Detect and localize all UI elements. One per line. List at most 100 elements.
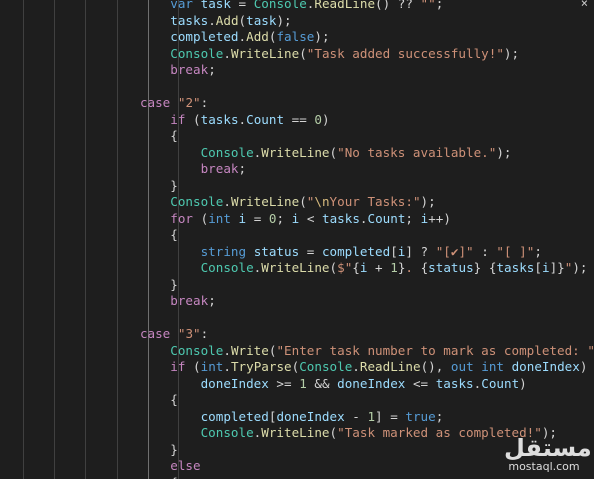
- code-token: Console: [170, 45, 224, 61]
- code-token: (: [185, 111, 201, 127]
- code-line[interactable]: {: [0, 227, 594, 244]
- code-token: i: [541, 260, 550, 275]
- code-token: break: [170, 293, 209, 308]
- code-token: WriteLine: [230, 194, 300, 209]
- code-token: .: [238, 29, 247, 44]
- code-token: Console: [170, 342, 224, 358]
- code-token: }: [109, 276, 178, 292]
- code-line[interactable]: {: [0, 475, 594, 479]
- code-token: ;: [435, 0, 444, 11]
- code-token: ReadLine: [314, 0, 376, 11]
- code-token: [: [534, 260, 542, 275]
- code-line[interactable]: if (int.TryParse(Console.ReadLine(), out…: [0, 359, 594, 376]
- code-token: );: [420, 194, 436, 209]
- code-editor[interactable]: var task = Console.ReadLine() ?? ""; tas…: [0, 0, 594, 479]
- code-line[interactable]: [0, 310, 594, 327]
- code-line[interactable]: completed.Add(false);: [0, 29, 594, 46]
- code-token: Console: [200, 144, 254, 160]
- code-line[interactable]: {: [0, 392, 594, 409]
- code-line[interactable]: var task = Console.ReadLine() ?? "";: [0, 0, 594, 13]
- code-token: ;: [208, 293, 216, 308]
- code-token: WriteLine: [261, 425, 330, 440]
- code-line[interactable]: }: [0, 277, 594, 294]
- code-token: completed: [200, 408, 269, 424]
- code-token: if: [170, 359, 186, 374]
- code-token: doneIndex: [276, 408, 345, 424]
- code-token: }: [109, 441, 178, 457]
- code-token: );: [314, 29, 330, 44]
- code-line[interactable]: break;: [0, 293, 594, 310]
- code-token: +: [367, 260, 391, 275]
- code-token: 1: [390, 260, 398, 275]
- code-line[interactable]: Console.WriteLine($"{i + 1}. {status} {t…: [0, 260, 594, 277]
- code-token: .: [223, 342, 231, 358]
- code-token: ] ?: [405, 243, 436, 259]
- code-token: .: [405, 260, 421, 275]
- watermark-latin-text: mostaql.com: [508, 460, 580, 473]
- code-token: ++): [428, 210, 451, 226]
- code-token: Count: [367, 210, 406, 226]
- code-token: .: [208, 12, 216, 28]
- code-token: {: [109, 227, 178, 242]
- code-line[interactable]: if (tasks.Count == 0): [0, 112, 594, 129]
- code-token: "No tasks available.": [337, 144, 497, 160]
- code-line[interactable]: Console.WriteLine("No tasks available.")…: [0, 145, 594, 162]
- code-line[interactable]: tasks.Add(task);: [0, 13, 594, 30]
- code-line[interactable]: doneIndex >= 1 && doneIndex <= tasks.Cou…: [0, 376, 594, 393]
- code-token: ;: [276, 210, 292, 226]
- code-token: TryParse: [230, 359, 292, 374]
- code-token: doneIndex: [200, 375, 269, 391]
- code-token: () ??: [375, 0, 421, 11]
- code-token: "[ ]": [496, 243, 535, 259]
- code-token: "3": [177, 326, 201, 341]
- code-line[interactable]: case "3":: [0, 326, 594, 343]
- code-token: Write: [230, 342, 269, 358]
- code-token: {: [109, 392, 178, 407]
- code-line[interactable]: [0, 79, 594, 96]
- code-line[interactable]: break;: [0, 62, 594, 79]
- code-token: tasks: [435, 375, 474, 391]
- code-token: Console: [253, 0, 307, 11]
- code-token: break: [200, 161, 239, 176]
- code-token: string: [200, 243, 247, 259]
- code-line[interactable]: Console.WriteLine("\nYour Tasks:");: [0, 194, 594, 211]
- code-line[interactable]: Console.WriteLine("Task added successful…: [0, 46, 594, 63]
- code-line[interactable]: case "2":: [0, 95, 594, 112]
- code-token: .: [359, 210, 368, 226]
- code-token: tasks: [496, 260, 535, 275]
- code-token: task: [200, 0, 231, 11]
- code-token: var: [170, 0, 194, 11]
- code-line[interactable]: break;: [0, 161, 594, 178]
- code-line[interactable]: string status = completed[i] ? "[✔]" : "…: [0, 244, 594, 261]
- code-token: -: [344, 408, 368, 424]
- code-token: true: [405, 408, 436, 424]
- code-token: <=: [405, 375, 436, 391]
- code-token: Count: [481, 375, 520, 391]
- code-token: );: [572, 260, 588, 275]
- code-token: (: [238, 12, 247, 28]
- code-token: {: [352, 260, 360, 275]
- code-token: <: [299, 210, 322, 226]
- close-icon[interactable]: ×: [581, 0, 588, 10]
- code-line[interactable]: for (int i = 0; i < tasks.Count; i++): [0, 211, 594, 228]
- code-line[interactable]: Console.Write("Enter task number to mark…: [0, 343, 594, 360]
- code-token: for: [170, 210, 194, 226]
- code-token: "2": [177, 95, 201, 110]
- code-token: WriteLine: [230, 45, 300, 61]
- code-line[interactable]: }: [0, 178, 594, 195]
- code-token: (: [185, 359, 201, 374]
- code-line[interactable]: {: [0, 128, 594, 145]
- code-token: {: [110, 475, 178, 479]
- code-token: tasks: [170, 12, 209, 28]
- code-line[interactable]: completed[doneIndex - 1] = true;: [0, 409, 594, 426]
- mostaql-watermark-logo: مستقل mostaql.com: [504, 435, 592, 473]
- code-token: false: [276, 29, 315, 44]
